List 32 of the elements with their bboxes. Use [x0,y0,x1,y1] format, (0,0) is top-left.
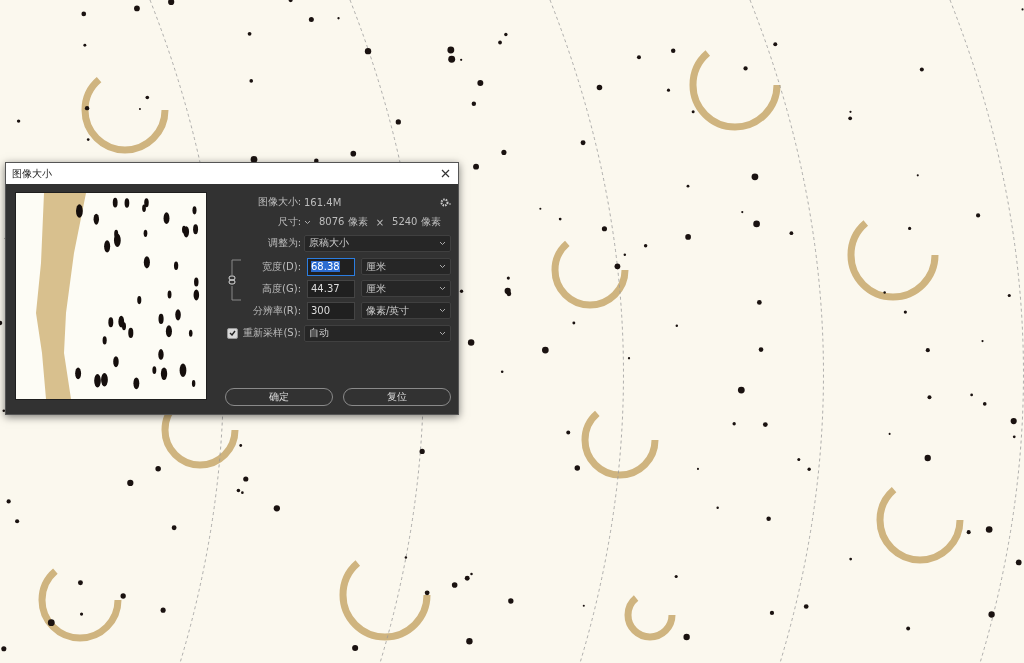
field-label: 宽度(D): [261,259,301,274]
link-icon[interactable] [228,259,242,301]
number-field[interactable]: 68.38 [307,257,355,276]
resample-checkbox[interactable] [227,327,239,339]
gear-icon[interactable] [440,197,451,207]
chevron-down-icon [439,240,446,246]
times-sign: × [375,216,385,228]
chevron-down-icon [439,286,446,291]
chevron-down-icon [304,219,311,225]
unit-dropdown[interactable]: 厘米 [361,280,451,297]
chevron-down-icon [439,308,446,313]
ok-button[interactable]: 确定 [225,388,333,406]
field-label: 高度(G): [261,281,301,296]
fit-to-label: 调整为: [266,236,301,250]
image-size-label: 图像大小: [256,195,301,209]
resample-label: 重新采样(S): [243,326,301,340]
unit-dropdown[interactable]: 厘米 [361,258,451,275]
fit-to-dropdown[interactable]: 原稿大小 [304,234,451,252]
window-title: 图像大小 [12,166,52,181]
image-size-value: 161.4M [304,196,342,208]
number-field[interactable]: 44.37 [307,279,355,298]
resample-dropdown[interactable]: 自动 [304,324,451,342]
chevron-down-icon [439,330,446,336]
pixel-width: 8076 像素 [319,215,368,229]
reset-button[interactable]: 复位 [343,388,451,406]
field-label: 分辨率(R): [251,303,301,318]
number-field[interactable]: 300 [307,301,355,320]
unit-dropdown[interactable]: 像素/英寸 [361,302,451,319]
dimensions-label: 尺寸: [276,215,301,229]
close-icon [440,169,450,178]
pixel-height: 5240 像素 [392,215,441,229]
chevron-down-icon [439,264,446,269]
